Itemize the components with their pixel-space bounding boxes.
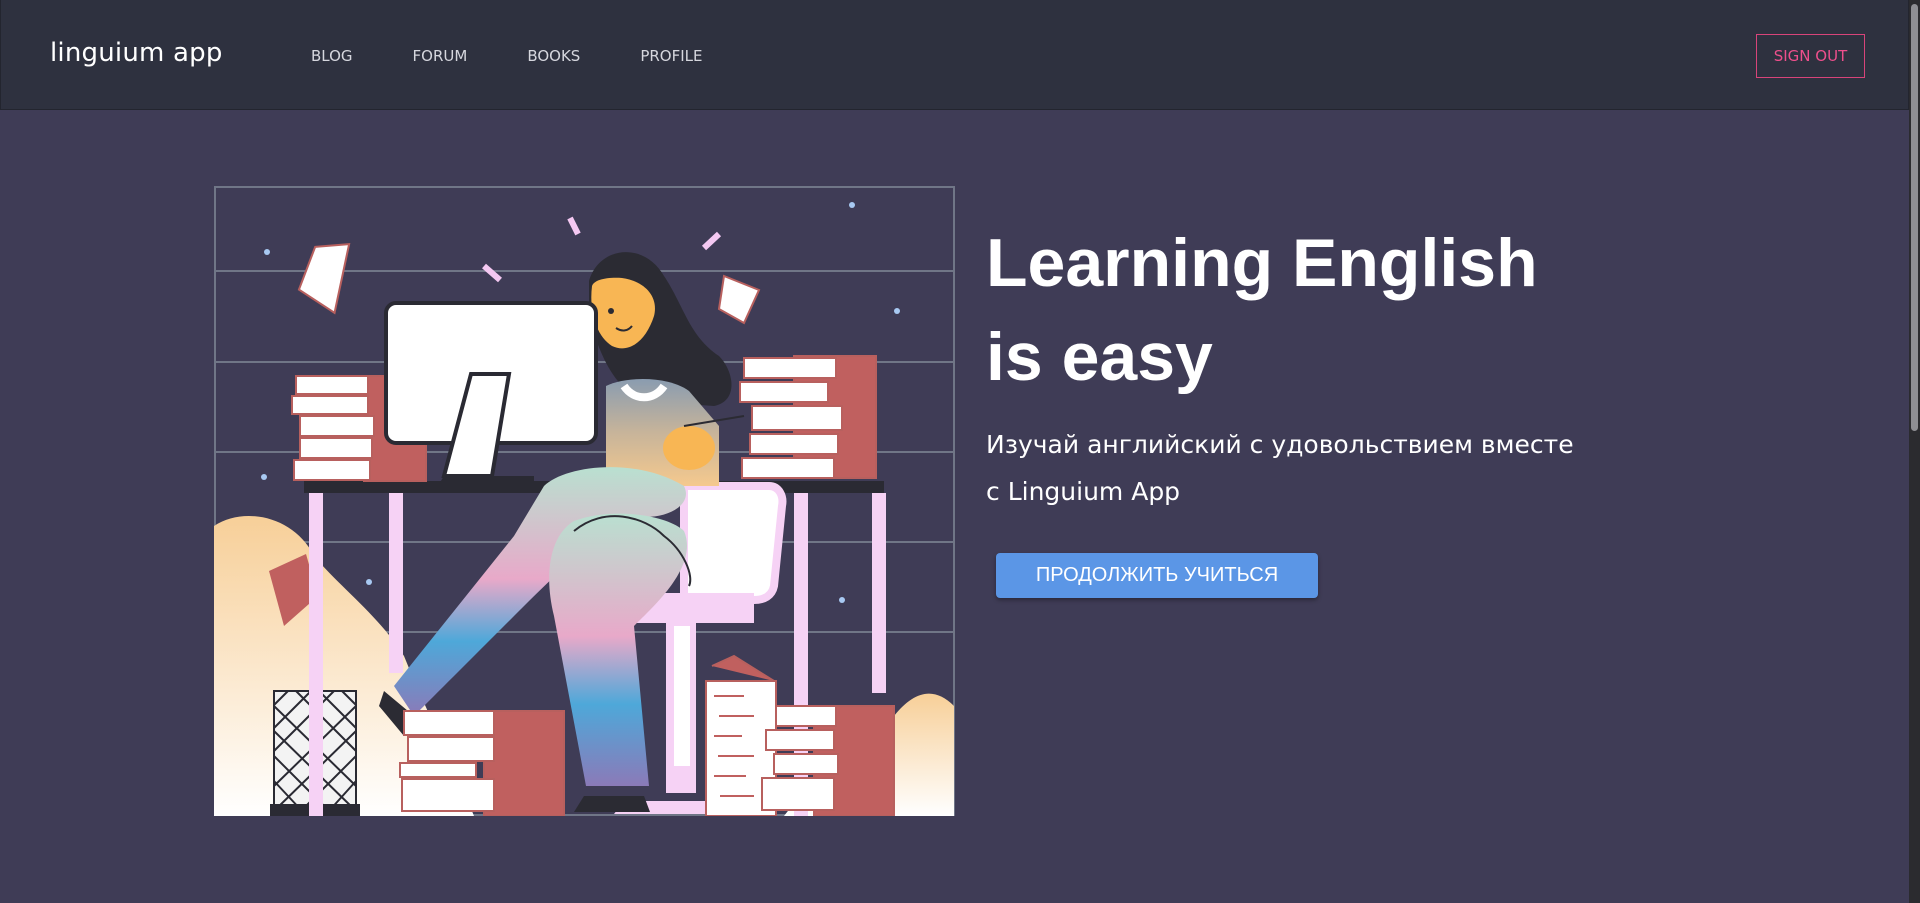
nav-link-books[interactable]: BOOKS bbox=[527, 47, 580, 65]
brand-logo[interactable]: linguium app bbox=[50, 38, 223, 68]
top-navbar: linguium app BLOG FORUM BOOKS PROFILE SI… bbox=[0, 0, 1909, 110]
hero-subtitle-line-1: Изучай английский с удовольствием вместе bbox=[986, 430, 1574, 459]
nav-link-profile[interactable]: PROFILE bbox=[640, 47, 702, 65]
woman-studying-at-desk-illustration bbox=[214, 186, 955, 816]
hero-title-line-1: Learning English bbox=[986, 225, 1538, 301]
hero-title: Learning English is easy bbox=[986, 216, 1626, 404]
scrollbar-thumb[interactable] bbox=[1911, 4, 1918, 431]
hero-subtitle-line-2: с Linguium App bbox=[986, 477, 1181, 506]
hero-title-line-2: is easy bbox=[986, 319, 1213, 395]
hero-subtitle: Изучай английский с удовольствием вместе… bbox=[986, 421, 1586, 515]
sign-out-button[interactable]: SIGN OUT bbox=[1756, 34, 1865, 78]
nav-link-blog[interactable]: BLOG bbox=[311, 47, 353, 65]
nav-links: BLOG FORUM BOOKS PROFILE bbox=[311, 47, 763, 65]
nav-link-forum[interactable]: FORUM bbox=[413, 47, 468, 65]
continue-learning-button[interactable]: ПРОДОЛЖИТЬ УЧИТЬСЯ bbox=[996, 553, 1318, 598]
page-scrollbar[interactable] bbox=[1909, 0, 1920, 903]
